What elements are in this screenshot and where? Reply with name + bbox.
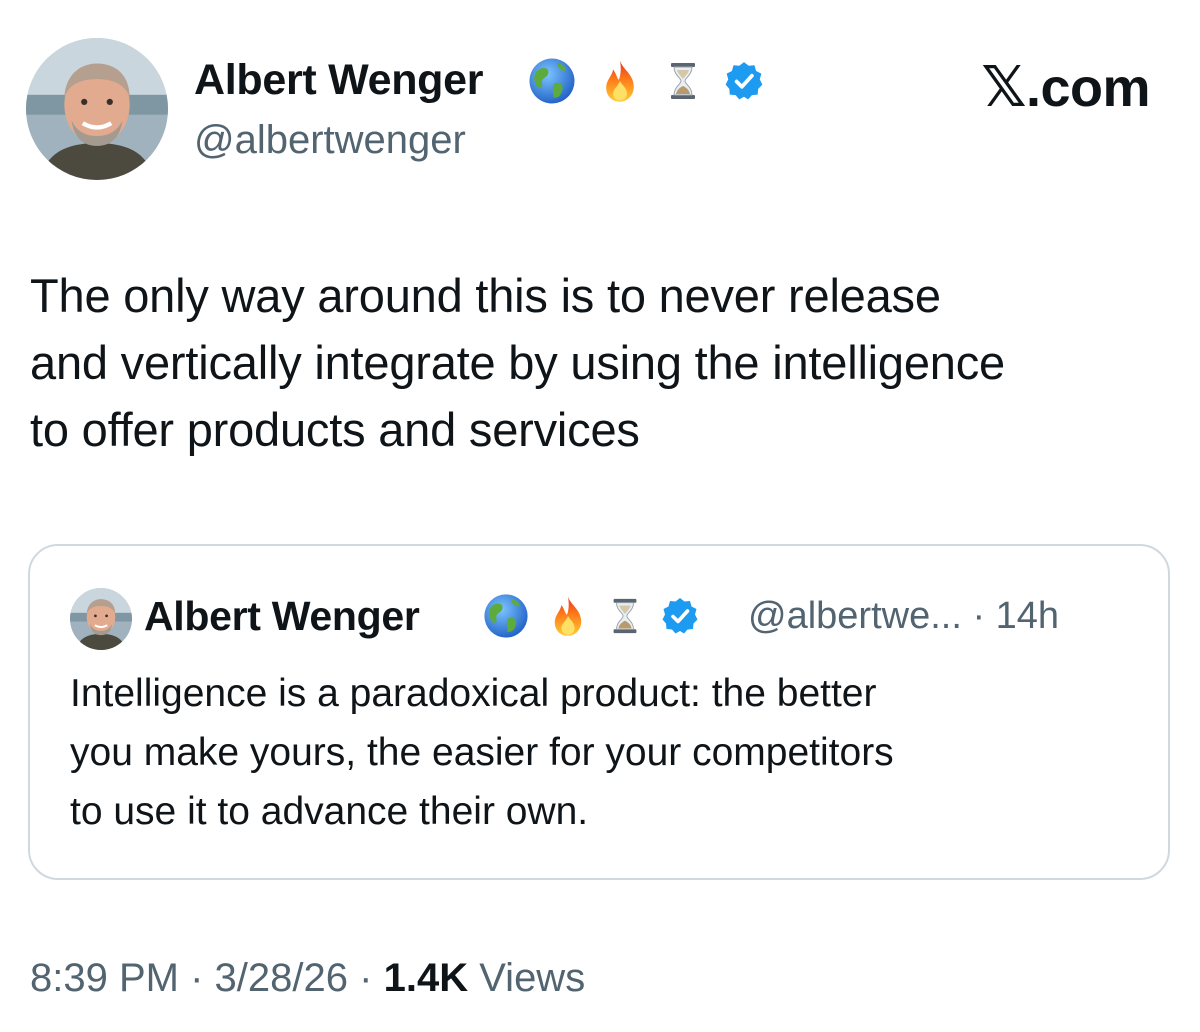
fire-icon (597, 56, 643, 106)
hourglass-icon (663, 56, 703, 106)
quoted-text-line: Intelligence is a paradoxical product: t… (70, 672, 877, 715)
quoted-text-line: you make yours, the easier for your comp… (70, 731, 894, 774)
tweet-text-line: The only way around this is to never rel… (30, 269, 941, 322)
quoted-tweet-text: Intelligence is a paradoxical product: t… (70, 664, 1150, 841)
brand-domain: .com (1025, 58, 1151, 118)
quoted-text-line: to use it to advance their own. (70, 790, 589, 833)
x-logo-icon: 𝕏 (981, 55, 1026, 120)
brand-logo[interactable]: 𝕏.com (981, 56, 1150, 120)
globe-americas-icon (527, 56, 577, 106)
quoted-author-avatar (70, 588, 132, 650)
quoted-author-name: Albert Wenger (144, 593, 420, 639)
fire-icon (546, 592, 590, 640)
author-name[interactable]: Albert Wenger (194, 52, 483, 108)
hourglass-icon (606, 592, 644, 640)
quoted-handle-and-time: @albertwe... · 14h (748, 595, 1060, 637)
author-handle[interactable]: @albertwenger (194, 114, 466, 166)
verified-badge-icon (660, 596, 700, 636)
avatar-image (26, 38, 168, 180)
tweet-text: The only way around this is to never rel… (30, 262, 1180, 463)
meta-separator: · (359, 956, 373, 1000)
tweet-text-line: to offer products and services (30, 403, 640, 456)
views-label: Views (479, 956, 586, 1000)
tweet-time[interactable]: 8:39 PM (30, 956, 179, 1000)
tweet-text-line: and vertically integrate by using the in… (30, 336, 1005, 389)
views-count: 1.4K (383, 956, 469, 1000)
quoted-avatar-image (70, 588, 132, 650)
verified-badge-icon[interactable] (723, 60, 765, 102)
quoted-tweet-card[interactable]: Albert Wenger @albertwe... · 14h Intelli… (28, 544, 1170, 880)
globe-americas-icon (482, 592, 530, 640)
meta-separator: · (190, 956, 204, 1000)
quoted-emoji-row (482, 592, 700, 640)
tweet-date[interactable]: 3/28/26 (215, 956, 348, 1000)
author-avatar[interactable] (26, 38, 168, 180)
author-emoji-row (527, 56, 765, 106)
tweet-meta: 8:39 PM · 3/28/26 · 1.4K Views (30, 952, 585, 1004)
